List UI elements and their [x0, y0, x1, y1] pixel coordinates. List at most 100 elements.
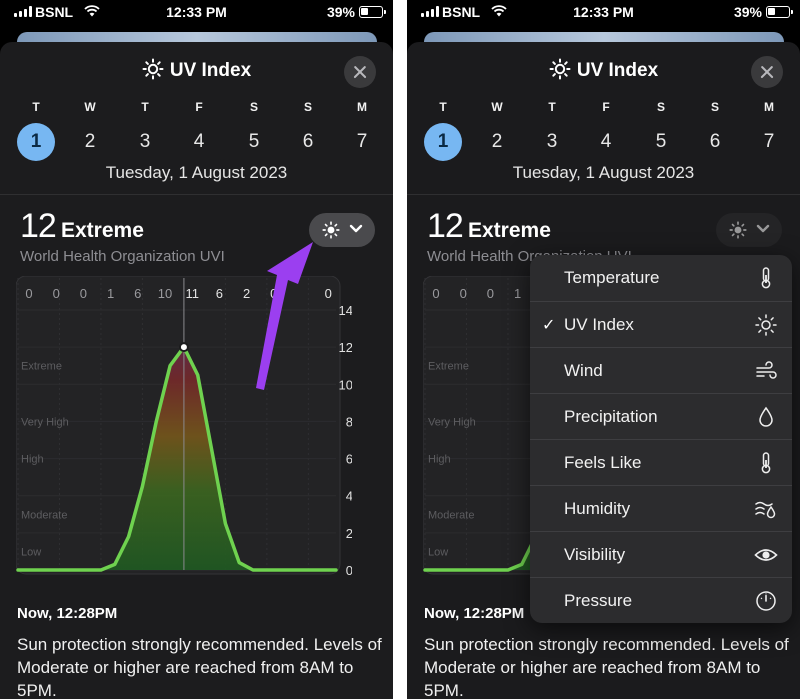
humidity-icon [755, 501, 776, 519]
band-label: Very High [428, 416, 476, 428]
hourly-uv-label: 0 [487, 286, 494, 301]
menu-item-label: Feels Like [564, 453, 642, 472]
hourly-uv-label: 6 [134, 286, 141, 301]
sun-icon [322, 221, 340, 239]
day-letter: S [303, 100, 312, 114]
hourly-uv-label: 0 [432, 286, 439, 301]
menu-item-label: UV Index [564, 315, 634, 334]
menu-item-precipitation[interactable]: Precipitation [530, 393, 792, 439]
menu-item-pressure[interactable]: Pressure [530, 577, 792, 623]
description: Sun protection strongly recommended. Lev… [424, 635, 789, 699]
day-button-1[interactable]: 1 [17, 123, 55, 161]
now-label: Now, 12:28PM [17, 605, 118, 622]
gauge-icon [756, 591, 776, 611]
divider [0, 194, 393, 195]
day-letter: S [249, 100, 258, 114]
menu-item-humidity[interactable]: Humidity [530, 485, 792, 531]
battery-icon [766, 6, 793, 18]
menu-item-label: Humidity [564, 499, 631, 518]
phone-screen-right: BSNL 12:33 PM 39% UV Index T 1 W 2 T 3 F 4 S 5 S 6 M… [407, 0, 800, 699]
menu-item-visibility[interactable]: Visibility [530, 531, 792, 577]
sheet-title: UV Index [407, 58, 800, 82]
status-bar: BSNL 12:33 PM 39% [407, 0, 800, 24]
sun-icon [729, 221, 747, 239]
sun-icon [755, 314, 777, 336]
y-tick-label: 10 [339, 377, 352, 392]
band-label: Extreme [21, 361, 62, 373]
day-button-3[interactable]: 3 [533, 123, 571, 161]
menu-item-label: Precipitation [564, 407, 658, 426]
hourly-uv-label: 0 [25, 286, 32, 301]
battery-percent: 39% [733, 4, 762, 20]
close-button[interactable] [751, 56, 783, 88]
day-button-7[interactable]: 7 [750, 123, 788, 161]
eye-icon [754, 549, 778, 561]
band-label: High [428, 454, 451, 466]
band-label: Very High [21, 416, 69, 428]
band-label: High [21, 454, 44, 466]
day-button-6[interactable]: 6 [696, 123, 734, 161]
day-button-4[interactable]: 4 [587, 123, 625, 161]
annotation-arrow-icon [256, 242, 313, 390]
y-tick-label: 4 [346, 489, 352, 504]
date-label: Tuesday, 1 August 2023 [105, 163, 288, 182]
y-tick-label: 0 [346, 563, 352, 578]
band-label: Moderate [428, 509, 474, 521]
droplet-icon [759, 406, 773, 427]
chevron-down-icon [756, 224, 770, 233]
band-label: Low [21, 546, 41, 558]
y-tick-label: 2 [346, 526, 352, 541]
now-dot [178, 342, 189, 353]
hourly-uv-label: 0 [80, 286, 87, 301]
y-tick-label: 14 [339, 303, 352, 318]
checkmark-icon: ✓ [542, 317, 556, 334]
menu-item-label: Visibility [564, 545, 626, 564]
band-label: Moderate [21, 509, 67, 521]
phone-screen-left: BSNL 12:33 PM 39% UV Index T 1 W 2 T 3 F 4 S 5 S 6 M… [0, 0, 393, 699]
menu-item-wind[interactable]: Wind [530, 347, 792, 393]
menu-item-temperature[interactable]: Temperature [530, 255, 792, 301]
day-button-2[interactable]: 2 [71, 123, 109, 161]
day-button-2[interactable]: 2 [478, 123, 516, 161]
day-letter: M [764, 100, 774, 114]
day-letter: M [357, 100, 367, 114]
band-label: Low [428, 546, 448, 558]
day-letter: W [491, 100, 503, 114]
day-button-5[interactable]: 5 [235, 123, 273, 161]
thermometer-icon [761, 267, 771, 289]
menu-item-label: Pressure [564, 591, 633, 610]
menu-item-feels-like[interactable]: Feels Like [530, 439, 792, 485]
close-button[interactable] [344, 56, 376, 88]
date-label: Tuesday, 1 August 2023 [512, 163, 695, 182]
hourly-uv-label: 1 [107, 286, 114, 301]
day-letter: T [32, 100, 40, 114]
day-letter: W [84, 100, 96, 114]
uv-level: Extreme [61, 219, 144, 242]
day-button-5[interactable]: 5 [642, 123, 680, 161]
uv-source: World Health Organization UVI [20, 248, 225, 265]
thermometer-icon [761, 452, 771, 474]
day-letter: F [195, 100, 203, 114]
day-letter: S [656, 100, 665, 114]
metric-selector-button[interactable] [716, 213, 782, 247]
hourly-uv-label: 1 [514, 286, 521, 301]
menu-item-uv-index[interactable]: ✓ UV Index [530, 301, 792, 347]
battery-icon [359, 6, 386, 18]
menu-item-label: Wind [564, 361, 603, 380]
hourly-uv-label: 0 [460, 286, 467, 301]
day-button-4[interactable]: 4 [180, 123, 218, 161]
description: Sun protection strongly recommended. Lev… [17, 635, 382, 699]
menu-item-label: Temperature [564, 268, 660, 287]
day-button-1[interactable]: 1 [424, 123, 462, 161]
day-button-7[interactable]: 7 [343, 123, 381, 161]
band-label: Extreme [428, 361, 469, 373]
sheet-title: UV Index [0, 58, 393, 82]
now-label: Now, 12:28PM [424, 605, 525, 622]
chevron-down-icon [349, 224, 363, 233]
day-letter: S [710, 100, 719, 114]
hourly-uv-label: 6 [216, 286, 223, 301]
sun-icon [142, 58, 164, 80]
day-button-6[interactable]: 6 [289, 123, 327, 161]
y-tick-label: 6 [346, 452, 352, 467]
day-button-3[interactable]: 3 [126, 123, 164, 161]
